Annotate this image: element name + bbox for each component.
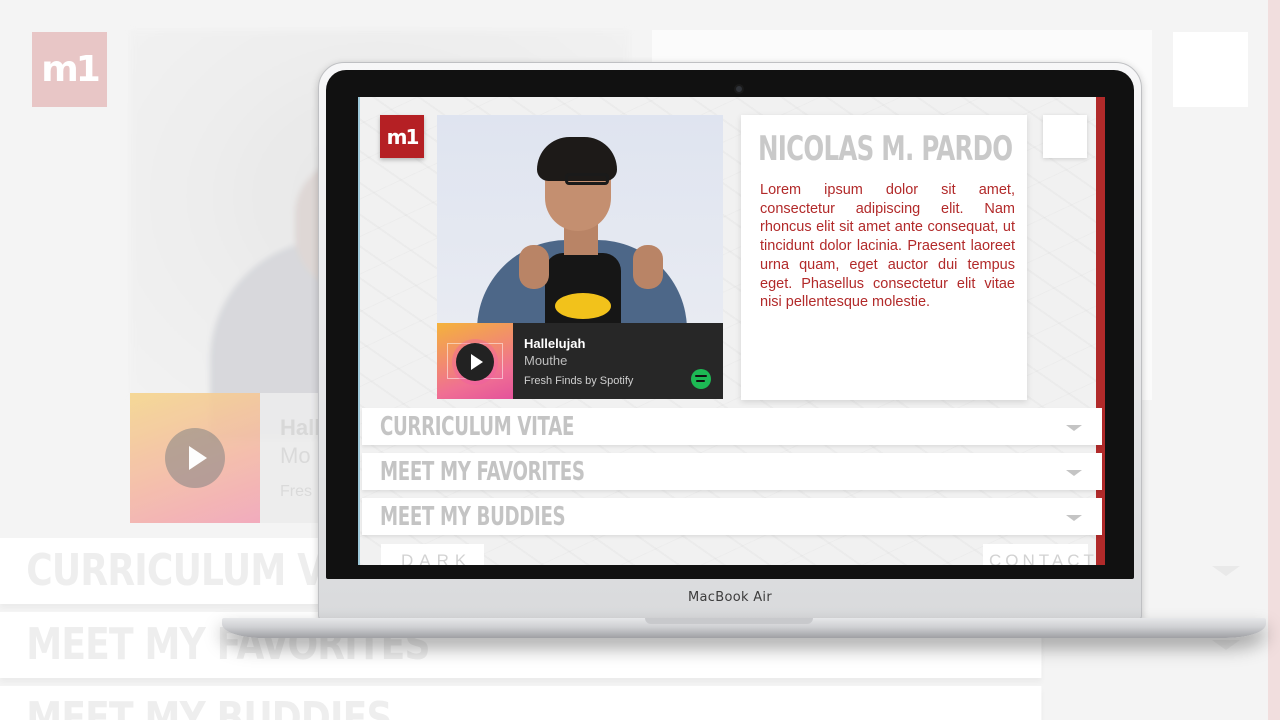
- spotify-icon[interactable]: [691, 369, 711, 389]
- album-art: [437, 323, 513, 399]
- laptop-mockup: MacBook Air m1 Hallelujah Mouthe Fresh F…: [0, 0, 1280, 720]
- bio-text: Lorem ipsum dolor sit amet, consectetur …: [760, 182, 1015, 311]
- accent-strip: [1096, 97, 1105, 565]
- dark-mode-button[interactable]: DARK: [381, 544, 484, 565]
- profile-photo: [437, 115, 723, 325]
- glasses-icon: [565, 173, 609, 185]
- section-curriculum-vitae[interactable]: CURRICULUM VITAE: [362, 408, 1102, 445]
- batman-logo-icon: [555, 293, 611, 319]
- music-player: Hallelujah Mouthe Fresh Finds by Spotify: [437, 323, 723, 399]
- menu-button[interactable]: [1043, 115, 1087, 158]
- section-meet-my-favorites[interactable]: MEET MY FAVORITES: [362, 453, 1102, 490]
- section-meet-my-buddies[interactable]: MEET MY BUDDIES: [362, 498, 1102, 535]
- laptop-base: [222, 618, 1266, 638]
- laptop-notch: [645, 618, 813, 624]
- section-label: CURRICULUM VITAE: [380, 412, 575, 442]
- chevron-down-icon: [1066, 515, 1082, 521]
- photo-hand-left: [519, 245, 549, 289]
- chevron-down-icon: [1066, 425, 1082, 431]
- laptop-brand-label: MacBook Air: [688, 590, 772, 605]
- chevron-down-icon: [1066, 470, 1082, 476]
- section-label: MEET MY FAVORITES: [380, 457, 585, 487]
- song-artist: Mouthe: [524, 353, 568, 368]
- page-title: NICOLAS M. PARDO: [758, 129, 1013, 169]
- play-icon[interactable]: [456, 343, 494, 381]
- contact-button[interactable]: CONTACT: [983, 544, 1094, 565]
- site-logo[interactable]: m1: [380, 115, 424, 158]
- photo-hand-right: [633, 245, 663, 289]
- bio-card: NICOLAS M. PARDO Lorem ipsum dolor sit a…: [741, 115, 1027, 400]
- section-label: MEET MY BUDDIES: [380, 502, 566, 532]
- playlist-name: Fresh Finds by Spotify: [524, 375, 634, 387]
- screen-content: m1 Hallelujah Mouthe Fresh Finds by Spot…: [358, 97, 1105, 565]
- song-title: Hallelujah: [524, 336, 586, 351]
- camera-icon: [734, 84, 744, 94]
